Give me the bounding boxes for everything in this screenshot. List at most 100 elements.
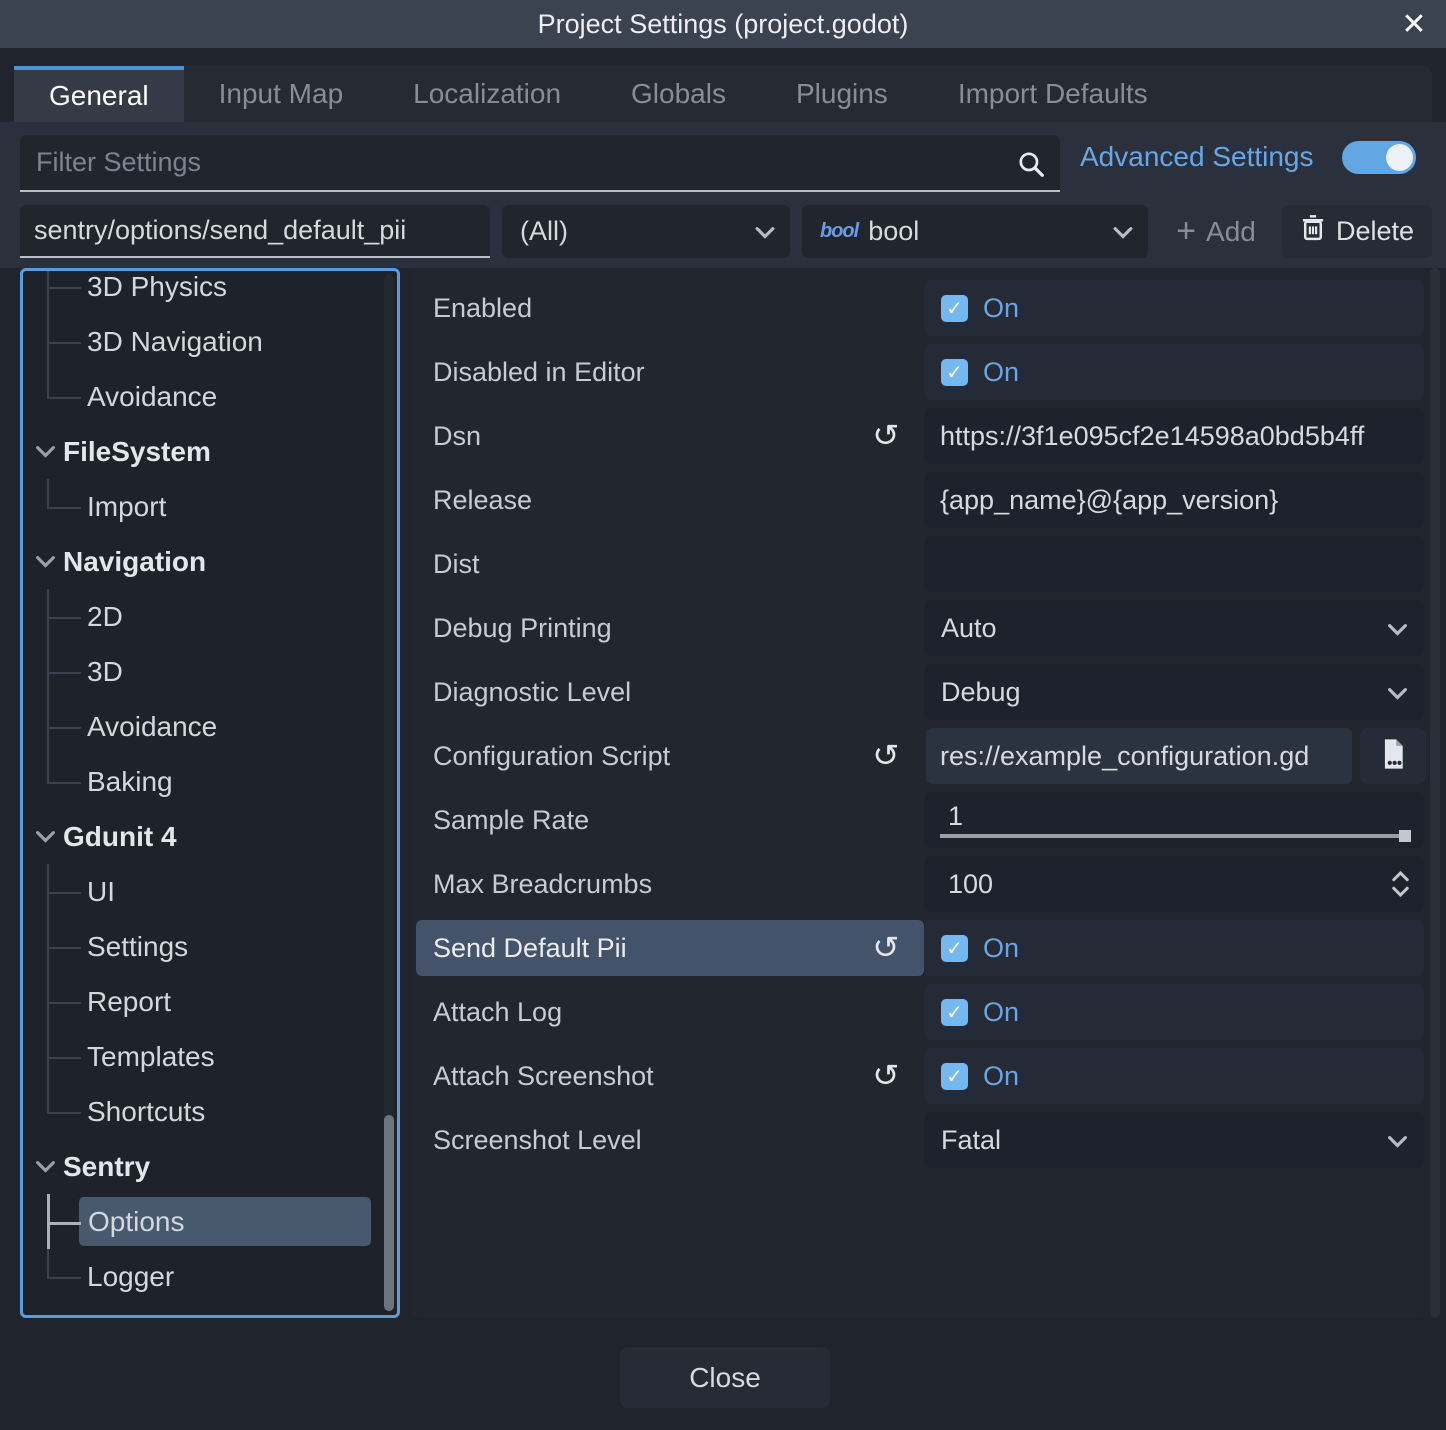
advanced-settings-label[interactable]: Advanced Settings [1080,122,1314,192]
checkbox-checked[interactable]: ✓ [941,295,968,322]
tree-connector [47,1029,81,1084]
setting-row-screenshot-level: Screenshot Level Fatal [412,1112,1428,1168]
tree-item-templates[interactable]: Templates [23,1029,383,1084]
tab-zone: GeneralInput MapLocalizationGlobalsPlugi… [0,48,1446,122]
spinbox-arrows[interactable] [1391,856,1410,912]
checkbox-cell: ✓ On [924,344,1424,400]
type-dropdown[interactable]: bool bool [802,205,1148,258]
tree-item-2d[interactable]: 2D [23,589,383,644]
chevron-down-icon[interactable] [35,445,61,459]
tab-localization[interactable]: Localization [378,66,596,122]
tree-item-options[interactable]: Options [23,1194,383,1249]
setting-label: Dsn [433,408,481,464]
tab-plugins[interactable]: Plugins [761,66,923,122]
text-field[interactable]: https://3f1e095cf2e14598a0bd5b4ff [924,408,1424,464]
setting-row-debug-printing: Debug Printing Auto [412,600,1428,656]
chevron-down-icon [754,216,776,247]
tree-item-filesystem[interactable]: FileSystem [23,424,383,479]
checkbox-checked[interactable]: ✓ [941,999,968,1026]
chevron-down-icon[interactable] [35,555,61,569]
setting-label: Debug Printing [433,600,612,656]
settings-inspector: Enabled ✓ OnDisabled in Editor ✓ OnDsn↺h… [412,268,1428,1318]
delete-button[interactable]: Delete [1282,205,1432,258]
setting-row-dist: Dist [412,536,1428,592]
tree-scrollbar-thumb[interactable] [384,1115,394,1311]
script-file-button[interactable] [1360,728,1426,784]
tree-item-avoidance[interactable]: Avoidance [23,369,383,424]
settings-tree: 3D Physics3D NavigationAvoidanceFileSyst… [23,268,383,1304]
slider-handle[interactable] [1399,830,1411,842]
property-path-input[interactable]: sentry/options/send_default_pii [20,205,490,258]
tree-connector [47,268,81,314]
bool-type-icon: bool [820,220,858,243]
search-placeholder: Filter Settings [36,147,201,178]
tree-item-3d-physics[interactable]: 3D Physics [23,268,383,314]
search-input[interactable]: Filter Settings [20,135,1060,192]
tree-item-label: UI [87,876,115,908]
tab-globals[interactable]: Globals [596,66,761,122]
revert-icon[interactable]: ↺ [867,920,905,976]
tree-item-report[interactable]: Report [23,974,383,1029]
tab-import-defaults[interactable]: Import Defaults [923,66,1183,122]
tree-connector [47,919,81,974]
tree-item-settings[interactable]: Settings [23,919,383,974]
tree-item-ui[interactable]: UI [23,864,383,919]
close-icon[interactable]: ✕ [1396,6,1432,42]
spinbox-field[interactable]: 100 [924,856,1424,912]
tree-connector [47,479,81,534]
dropdown-field[interactable]: Auto [924,600,1424,656]
tree-item-label: Avoidance [87,711,217,743]
tree-section-label: Gdunit 4 [63,821,177,853]
tab-general[interactable]: General [14,66,184,122]
checkbox-checked[interactable]: ✓ [941,359,968,386]
checkbox-state-label: On [983,997,1019,1028]
chevron-down-icon[interactable] [35,830,61,844]
tree-item-baking[interactable]: Baking [23,754,383,809]
tree-item-import[interactable]: Import [23,479,383,534]
inspector-scrollbar[interactable] [1430,268,1440,1318]
chevron-down-icon [1391,886,1410,898]
window-title: Project Settings (project.godot) [538,9,909,40]
tree-item-label: Report [87,986,171,1018]
add-button[interactable]: + Add [1160,205,1272,258]
tree-item-3d-navigation[interactable]: 3D Navigation [23,314,383,369]
dropdown-field[interactable]: Fatal [924,1112,1424,1168]
tree-item-avoidance[interactable]: Avoidance [23,699,383,754]
tree-item-gdunit-4[interactable]: Gdunit 4 [23,809,383,864]
tree-item-sentry[interactable]: Sentry [23,1139,383,1194]
tree-item-3d[interactable]: 3D [23,644,383,699]
text-field[interactable] [924,536,1424,592]
setting-row-release: Release {app_name}@{app_version} [412,472,1428,528]
setting-label: Release [433,472,532,528]
checkbox-cell: ✓ On [924,280,1424,336]
setting-row-dsn: Dsn ↺ https://3f1e095cf2e14598a0bd5b4ff [412,408,1428,464]
checkbox-state-label: On [983,1061,1019,1092]
advanced-settings-toggle[interactable] [1342,141,1416,174]
tree-section-label: Navigation [63,546,206,578]
tree-item-shortcuts[interactable]: Shortcuts [23,1084,383,1139]
revert-icon[interactable]: ↺ [867,1048,905,1104]
checkbox-checked[interactable]: ✓ [941,935,968,962]
slider-track[interactable] [940,834,1408,838]
tree-item-logger[interactable]: Logger [23,1249,383,1304]
tree-item-navigation[interactable]: Navigation [23,534,383,589]
toggle-knob [1386,144,1413,171]
revert-icon[interactable]: ↺ [867,408,905,464]
property-bar: sentry/options/send_default_pii (All) bo… [0,205,1446,258]
checkbox-state-label: On [983,293,1019,324]
tree-section-label: FileSystem [63,436,211,468]
tree-item-label: 2D [87,601,123,633]
checkbox-checked[interactable]: ✓ [941,1063,968,1090]
text-field[interactable]: {app_name}@{app_version} [924,472,1424,528]
setting-label: Attach Screenshot [433,1048,654,1104]
tree-connector [47,974,81,1029]
script-file-icon [1378,737,1408,776]
dropdown-value: Debug [941,677,1021,708]
revert-icon[interactable]: ↺ [867,728,905,784]
close-button[interactable]: Close [620,1347,830,1408]
dropdown-field[interactable]: Debug [924,664,1424,720]
tab-input-map[interactable]: Input Map [184,66,379,122]
chevron-down-icon[interactable] [35,1160,61,1174]
resource-path-field[interactable]: res://example_configuration.gd [926,728,1352,784]
category-dropdown[interactable]: (All) [502,205,790,258]
